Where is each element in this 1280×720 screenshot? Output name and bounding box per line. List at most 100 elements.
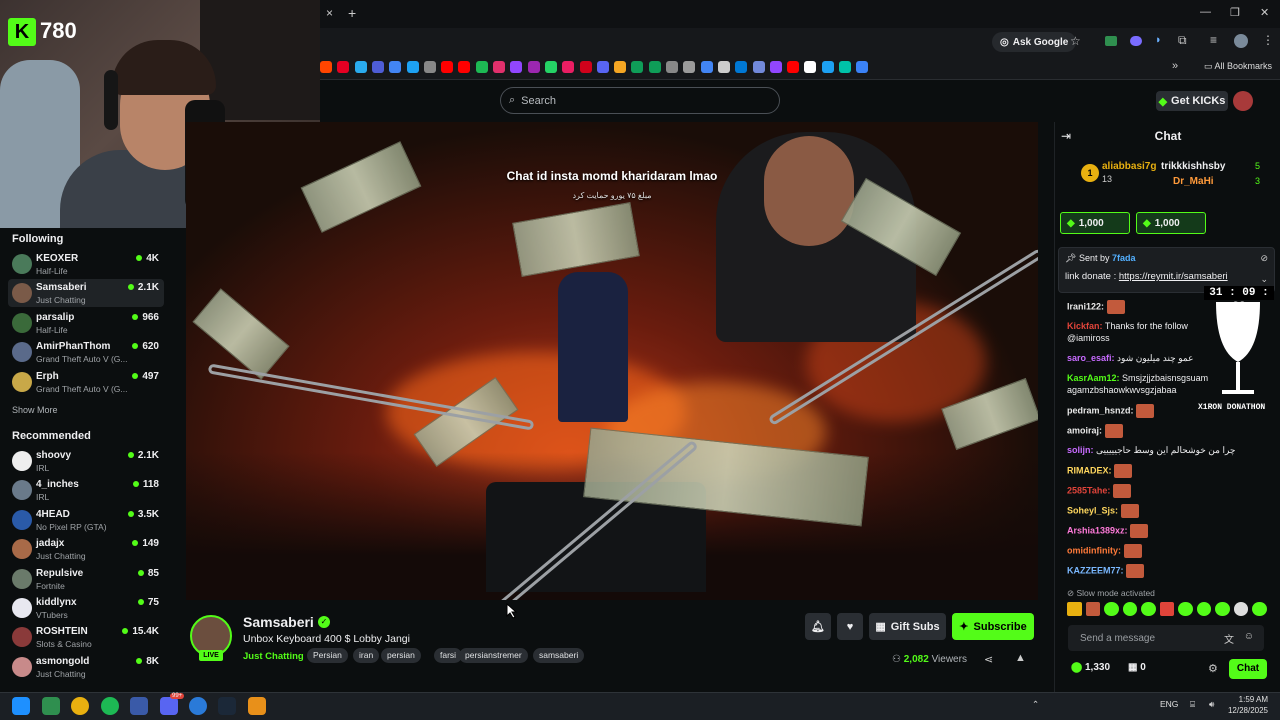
stream-category-link[interactable]: Just Chatting — [243, 651, 304, 662]
gifter-name[interactable]: trikkkishhsby — [1161, 161, 1225, 172]
bookmark-icon[interactable] — [389, 61, 402, 73]
bookmark-icon[interactable] — [700, 61, 713, 73]
task-manager-icon[interactable] — [42, 697, 60, 715]
emote[interactable] — [1104, 602, 1119, 616]
emote[interactable] — [1178, 602, 1193, 616]
chat-username[interactable]: KasrAam12: — [1067, 373, 1120, 383]
get-kicks-button[interactable]: ◆ Get KICKs — [1156, 91, 1228, 111]
bookmark-icon[interactable] — [320, 61, 332, 73]
search-input[interactable]: ⌕ Search — [500, 87, 780, 114]
bookmark-icon[interactable] — [596, 61, 609, 73]
emote[interactable] — [1122, 602, 1138, 616]
chat-username[interactable]: Arshia1389xz: — [1067, 525, 1128, 535]
kick-gift-badge[interactable]: ◆ 1,000 — [1060, 212, 1130, 234]
sidebar-channel-4_inches[interactable]: 4_inches IRL 118 — [8, 476, 164, 504]
close-window-button[interactable]: ✕ — [1260, 6, 1269, 19]
bookmark-icon[interactable] — [544, 61, 557, 73]
emote[interactable] — [1085, 602, 1101, 616]
bookmark-icon[interactable] — [631, 61, 644, 73]
show-more-link[interactable]: Show More — [12, 405, 58, 415]
chat-username[interactable]: Kickfan: — [1067, 321, 1103, 331]
minimize-button[interactable]: — — [1200, 6, 1211, 18]
emote[interactable] — [1252, 602, 1268, 616]
new-tab-button[interactable]: + — [348, 5, 356, 21]
top-gifter-name[interactable]: aliabbasi7g — [1102, 161, 1156, 172]
sidebar-channel-erph[interactable]: Erph Grand Theft Auto V (G... 497 — [8, 368, 164, 396]
stream-tag[interactable]: persian — [381, 648, 421, 663]
bookmark-icon[interactable] — [441, 61, 454, 73]
emoji-icon[interactable]: ☺ — [1244, 631, 1254, 642]
chat-username[interactable]: pedram_hsnzd: — [1067, 405, 1134, 415]
bookmark-icon[interactable] — [562, 61, 575, 73]
sidebar-channel-kiddlynx[interactable]: kiddlynx VTubers 75 — [8, 594, 164, 622]
report-icon[interactable]: ▲ — [1015, 652, 1026, 664]
all-bookmarks-link[interactable]: ▭ All Bookmarks — [1204, 61, 1272, 72]
stream-tag[interactable]: iran — [353, 648, 380, 663]
chat-username[interactable]: omidinfinity: — [1067, 545, 1121, 555]
chat-settings-icon[interactable]: ⚙ — [1208, 662, 1218, 675]
chat-username[interactable]: saro_esafi: — [1067, 353, 1115, 363]
bookmarks-overflow-icon[interactable]: » — [1172, 60, 1178, 72]
network-icon[interactable]: ⌸ — [1190, 699, 1195, 710]
app-icon[interactable] — [130, 697, 148, 715]
profile-avatar[interactable] — [1234, 34, 1248, 48]
bookmark-icon[interactable] — [354, 61, 367, 73]
share-icon[interactable]: ⋖ — [984, 653, 993, 666]
emote[interactable] — [1159, 602, 1175, 616]
stream-tag[interactable]: farsi — [434, 648, 463, 663]
sidebar-channel-keoxer[interactable]: KEOXER Half-Life 4K — [8, 250, 164, 278]
bookmark-icon[interactable] — [423, 61, 436, 73]
bookmark-icon[interactable] — [337, 61, 350, 73]
chat-message-input[interactable]: Send a message 文 ☺ — [1068, 625, 1264, 651]
extension-icon[interactable]: ◗ — [1155, 34, 1162, 46]
emote[interactable] — [1141, 602, 1156, 616]
notification-bell-button[interactable]: 🔔︎ — [805, 613, 831, 640]
bookmark-icon[interactable] — [406, 61, 419, 73]
donate-link[interactable]: https://reymit.ir/samsaberi — [1119, 271, 1228, 282]
bookmark-icon[interactable] — [648, 61, 661, 73]
clock[interactable]: 1:59 AM 12/28/2025 — [1220, 694, 1268, 716]
sidebar-channel-jadajx[interactable]: jadajx Just Chatting 149 — [8, 535, 164, 563]
language-indicator[interactable]: ENG — [1160, 699, 1178, 709]
app-icon[interactable] — [248, 697, 266, 715]
tray-overflow-icon[interactable]: ⌃ — [1032, 699, 1039, 710]
chat-username[interactable]: amoiraj: — [1067, 425, 1102, 435]
emote-bar[interactable] — [1067, 602, 1268, 618]
user-avatar[interactable] — [1233, 91, 1253, 111]
emote[interactable] — [1067, 602, 1082, 616]
bookmark-icon[interactable] — [683, 61, 696, 73]
follow-heart-button[interactable]: ♥ — [837, 613, 863, 640]
chevron-down-icon[interactable]: ⌄ — [1260, 274, 1268, 285]
app-icon[interactable] — [189, 697, 207, 715]
subscribe-button[interactable]: ✦ Subscribe — [952, 613, 1034, 640]
sidebar-channel-repulsive[interactable]: Repulsive Fortnite 85 — [8, 565, 164, 593]
bookmark-icon[interactable] — [839, 61, 851, 73]
maximize-button[interactable]: ❐ — [1230, 6, 1240, 19]
channel-points[interactable]: ⬤ 1,330 — [1071, 662, 1110, 673]
bookmark-icon[interactable] — [527, 61, 540, 73]
windows-start-icon[interactable] — [12, 697, 30, 715]
chat-username[interactable]: RIMADEX: — [1067, 465, 1112, 475]
stream-tag[interactable]: persianstremer — [459, 648, 528, 663]
gift-count[interactable]: ▦ 0 — [1128, 662, 1146, 673]
channel-name[interactable]: Samsaberi — [243, 614, 314, 630]
sidebar-channel-4head[interactable]: 4HEAD No Pixel RP (GTA) 3.5K — [8, 506, 164, 534]
bookmark-icon[interactable] — [804, 61, 817, 73]
bookmark-icon[interactable] — [614, 61, 627, 73]
spotify-icon[interactable] — [101, 697, 119, 715]
sidebar-channel-amirphanthom[interactable]: AmirPhanThom Grand Theft Auto V (G... 620 — [8, 338, 164, 366]
stream-tag[interactable]: samsaberi — [533, 648, 585, 663]
sidebar-channel-parsalip[interactable]: parsalip Half-Life 966 — [8, 309, 164, 337]
gift-subs-button[interactable]: ▦ Gift Subs — [869, 613, 946, 640]
bookmark-icon[interactable] — [717, 61, 730, 73]
stream-tag[interactable]: Persian — [307, 648, 348, 663]
bookmark-icon[interactable] — [493, 61, 505, 73]
bookmark-icon[interactable] — [769, 61, 782, 73]
bookmark-icon[interactable] — [856, 61, 869, 73]
translate-icon[interactable]: 文 — [1224, 631, 1234, 646]
discord-icon[interactable] — [160, 697, 178, 715]
gifter-name[interactable]: Dr_MaHi — [1173, 176, 1214, 187]
bookmark-icon[interactable] — [735, 61, 748, 73]
bookmark-icon[interactable] — [666, 61, 678, 73]
tab-close-button[interactable]: × — [326, 6, 333, 20]
